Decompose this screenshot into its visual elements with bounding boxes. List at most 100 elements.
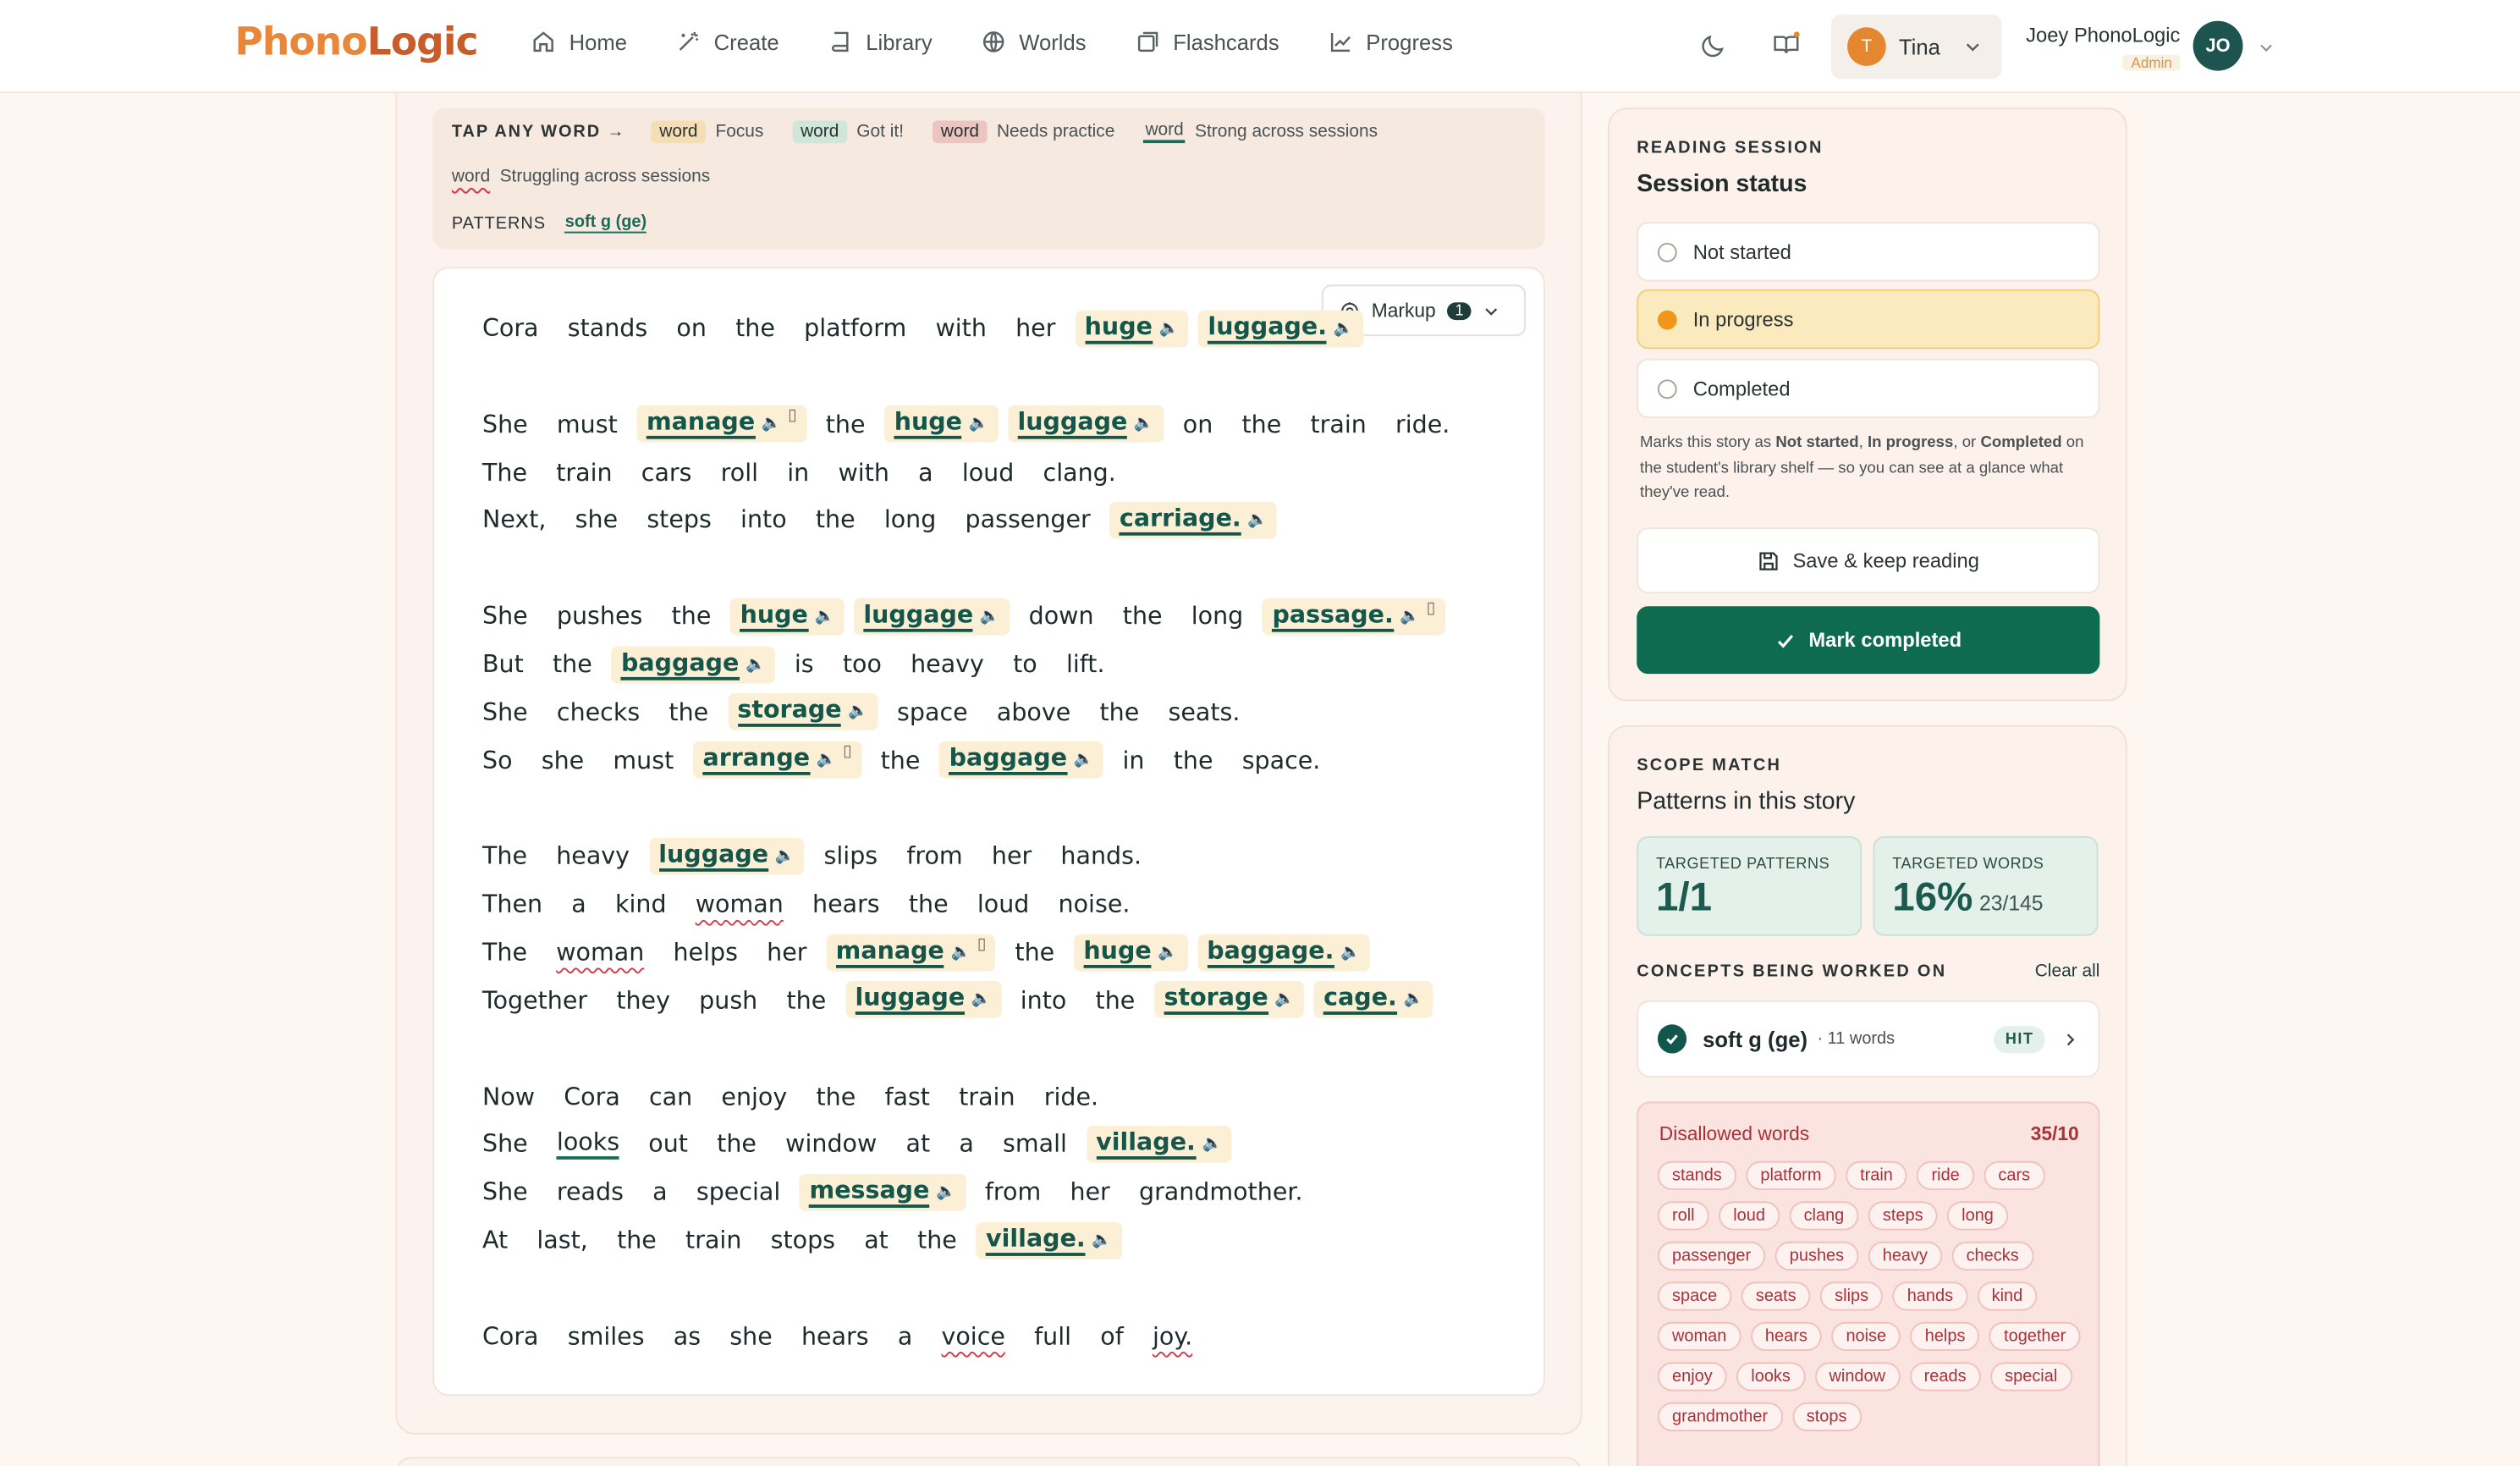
focus-word[interactable]: luggage. 🔈 <box>1198 309 1363 347</box>
focus-word[interactable]: message 🔈 <box>800 1173 966 1211</box>
story-word[interactable]: on <box>676 314 707 343</box>
speaker-icon[interactable]: 🔈 <box>1202 1135 1222 1153</box>
story-word[interactable]: a <box>959 1130 973 1159</box>
disallowed-word-chip[interactable]: checks <box>1951 1241 2033 1270</box>
story-word[interactable]: train <box>556 458 612 487</box>
story-word[interactable]: the <box>816 505 856 534</box>
story-word[interactable]: long <box>884 505 937 534</box>
story-word[interactable]: on <box>1183 410 1213 438</box>
story-word[interactable]: she <box>729 1321 772 1350</box>
speaker-icon[interactable]: 🔈 <box>814 608 834 626</box>
disallowed-word-chip[interactable]: together <box>1989 1321 2081 1351</box>
story-word[interactable]: into <box>1021 985 1067 1014</box>
story-word[interactable]: must <box>557 410 618 438</box>
focus-word[interactable]: baggage 🔈 <box>939 741 1103 779</box>
story-word[interactable]: the <box>1241 410 1281 438</box>
story-word[interactable]: in <box>1122 746 1144 774</box>
disallowed-word-chip[interactable]: stops <box>1791 1402 1862 1431</box>
story-word[interactable]: Cora <box>482 1321 539 1350</box>
story-word[interactable]: space <box>897 697 968 726</box>
focus-word[interactable]: baggage 🔈 <box>611 645 776 683</box>
story-word[interactable]: passenger <box>966 505 1091 534</box>
focus-word[interactable]: village. 🔈 <box>976 1221 1122 1259</box>
focus-word[interactable]: huge 🔈 <box>1073 933 1188 971</box>
story-word[interactable]: long <box>1191 602 1244 631</box>
story-word[interactable]: She <box>482 410 528 438</box>
story-word[interactable]: space. <box>1242 746 1321 774</box>
story-word[interactable]: platform <box>804 314 906 343</box>
story-word[interactable]: her <box>767 938 806 967</box>
story-word[interactable]: reads <box>557 1177 624 1206</box>
story-word[interactable]: kind <box>615 890 667 918</box>
story-word[interactable]: as <box>674 1321 701 1350</box>
story-word[interactable]: the <box>1096 985 1136 1014</box>
story-word[interactable]: push <box>699 985 757 1014</box>
disallowed-word-chip[interactable]: reads <box>1909 1362 1981 1392</box>
focus-word[interactable]: arrange 🔈 ▯ <box>693 741 861 779</box>
speaker-icon[interactable]: 🔈 <box>936 1183 956 1201</box>
story-word[interactable]: in <box>787 458 809 487</box>
disallowed-word-chip[interactable]: seats <box>1741 1281 1811 1311</box>
story-word[interactable]: her <box>992 841 1032 870</box>
focus-word[interactable]: passage. 🔈 ▯ <box>1263 598 1445 635</box>
story-word[interactable]: the <box>1015 938 1054 967</box>
story-word[interactable]: Next, <box>482 505 546 534</box>
story-word[interactable]: into <box>740 505 787 534</box>
story-word[interactable]: ride. <box>1395 410 1450 438</box>
speaker-icon[interactable]: 🔈 <box>1074 751 1094 769</box>
story-word[interactable]: to <box>1013 650 1037 679</box>
speaker-icon[interactable]: 🔈 <box>1134 416 1154 433</box>
app-logo[interactable]: PhonoLogic <box>234 19 478 64</box>
story-word[interactable]: train <box>959 1082 1015 1111</box>
story-word[interactable]: window <box>785 1130 877 1159</box>
focus-word[interactable]: luggage 🔈 <box>648 837 805 875</box>
focus-word[interactable]: storage 🔈 <box>1154 981 1305 1019</box>
story-word[interactable]: Then <box>482 890 542 918</box>
story-word[interactable]: hears <box>812 890 880 918</box>
story-word[interactable]: the <box>717 1130 757 1159</box>
story-word[interactable]: steps <box>647 505 712 534</box>
story-word[interactable]: full <box>1034 1321 1071 1350</box>
strong-word[interactable]: looks <box>556 1128 620 1160</box>
moon-icon[interactable] <box>1699 30 1728 59</box>
story-word[interactable]: heavy <box>556 841 630 870</box>
disallowed-word-chip[interactable]: steps <box>1868 1201 1938 1231</box>
story-word[interactable]: Cora <box>564 1082 620 1111</box>
story-word[interactable]: down <box>1029 602 1094 631</box>
disallowed-word-chip[interactable]: passenger <box>1657 1241 1766 1270</box>
story-word[interactable]: with <box>838 458 889 487</box>
disallowed-word-chip[interactable]: helps <box>1910 1321 1980 1351</box>
story-word[interactable]: roll <box>721 458 758 487</box>
story-word[interactable]: hears <box>801 1321 869 1350</box>
disallowed-word-chip[interactable]: long <box>1947 1201 2009 1231</box>
story-word[interactable]: is <box>795 650 814 679</box>
story-word[interactable]: So <box>482 746 513 774</box>
story-word[interactable]: above <box>997 697 1070 726</box>
disallowed-word-chip[interactable]: window <box>1814 1362 1901 1392</box>
focus-word[interactable]: baggage. 🔈 <box>1197 933 1371 971</box>
story-word[interactable]: But <box>482 650 524 679</box>
story-word[interactable]: heavy <box>911 650 984 679</box>
disallowed-word-chip[interactable]: cars <box>1984 1160 2045 1190</box>
story-word[interactable]: a <box>652 1177 667 1206</box>
focus-word[interactable]: village. 🔈 <box>1086 1125 1232 1163</box>
story-word[interactable]: grandmother. <box>1139 1177 1303 1206</box>
disallowed-word-chip[interactable]: looks <box>1736 1362 1805 1392</box>
disallowed-word-chip[interactable]: hands <box>1892 1281 1968 1311</box>
struggling-word[interactable]: woman <box>556 938 644 967</box>
disallowed-word-chip[interactable]: hears <box>1750 1321 1822 1351</box>
story-word[interactable]: the <box>909 890 949 918</box>
nav-library[interactable]: Library <box>828 29 933 54</box>
story-word[interactable]: pushes <box>557 602 642 631</box>
speaker-icon[interactable]: 🔈 <box>1403 991 1423 1009</box>
story-word[interactable]: At <box>482 1226 508 1254</box>
speaker-icon[interactable]: 🔈 <box>1340 943 1361 961</box>
story-word[interactable]: a <box>571 890 586 918</box>
save-keep-reading-button[interactable]: Save & keep reading <box>1637 527 2100 594</box>
speaker-icon[interactable]: 🔈 <box>1400 608 1420 626</box>
story-word[interactable]: loud <box>977 890 1030 918</box>
pattern-link[interactable]: soft g (ge) <box>564 212 647 234</box>
disallowed-word-chip[interactable]: kind <box>1977 1281 2038 1311</box>
speaker-icon[interactable]: 🔈 <box>971 991 992 1009</box>
note-icon[interactable]: ▯ <box>1427 599 1435 617</box>
